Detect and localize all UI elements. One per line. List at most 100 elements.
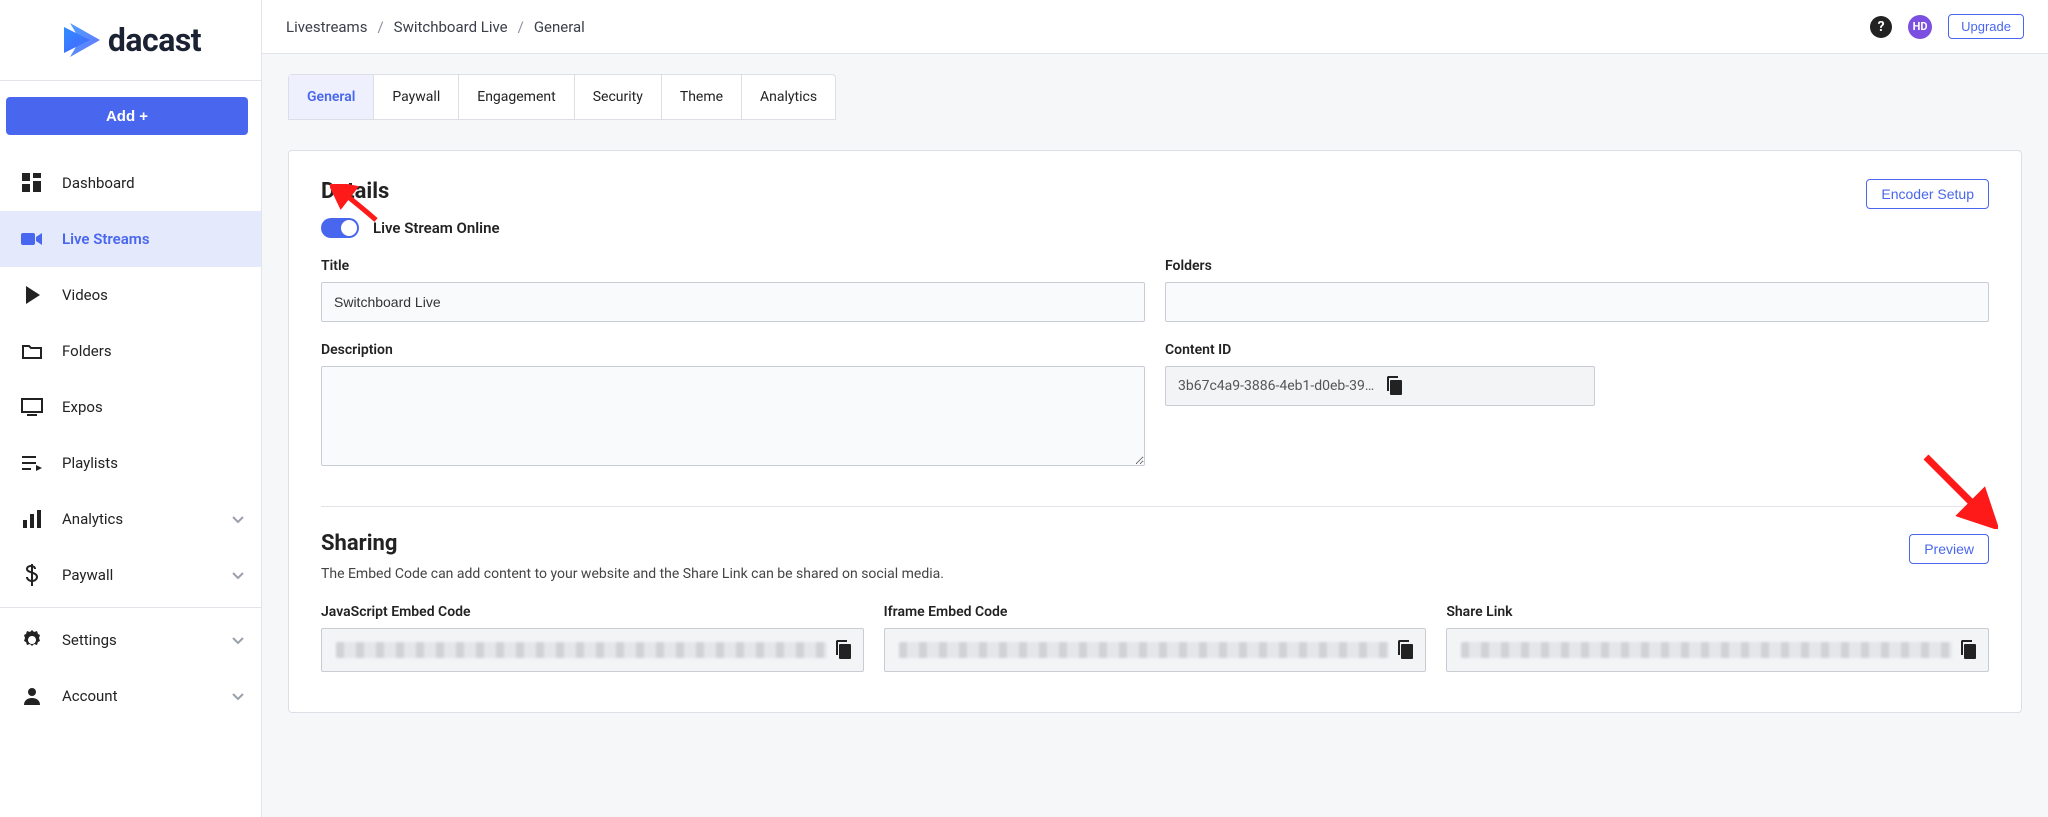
content-id-value: 3b67c4a9-3886-4eb1-d0eb-39b23b14bef3-liv…	[1178, 378, 1378, 394]
sidebar-item-label: Paywall	[62, 566, 113, 584]
sidebar-item-live-streams[interactable]: Live Streams	[0, 211, 261, 267]
preview-button[interactable]: Preview	[1909, 534, 1989, 564]
content-id-box: 3b67c4a9-3886-4eb1-d0eb-39b23b14bef3-liv…	[1165, 366, 1595, 406]
tab-analytics[interactable]: Analytics	[742, 75, 835, 119]
breadcrumb-separator: /	[377, 18, 383, 36]
sidebar-item-label: Settings	[62, 631, 117, 649]
chevron-down-icon	[231, 687, 245, 705]
tab-engagement[interactable]: Engagement	[459, 75, 574, 119]
breadcrumb-item[interactable]: Switchboard Live	[394, 18, 508, 36]
person-icon	[20, 687, 44, 705]
sharing-description: The Embed Code can add content to your w…	[321, 566, 1989, 582]
sidebar-item-label: Expos	[62, 398, 103, 416]
online-toggle-row: Live Stream Online	[321, 218, 500, 238]
dacast-logo-icon	[60, 23, 100, 57]
copy-icon[interactable]	[1960, 640, 1978, 660]
avatar[interactable]: HD	[1908, 15, 1932, 39]
redacted-content	[899, 642, 1390, 658]
sidebar-item-videos[interactable]: Videos	[0, 267, 261, 323]
sidebar-item-label: Account	[62, 687, 118, 705]
add-button[interactable]: Add +	[6, 97, 248, 135]
brand-name: dacast	[108, 21, 201, 59]
sidebar-item-label: Analytics	[62, 510, 123, 528]
help-icon[interactable]: ?	[1870, 16, 1892, 38]
folders-label: Folders	[1165, 258, 1989, 274]
share-link-field: Share Link	[1446, 604, 1989, 672]
title-field: Title	[321, 258, 1145, 322]
details-heading: Details	[321, 179, 500, 204]
sidebar-item-playlists[interactable]: Playlists	[0, 435, 261, 491]
live-online-toggle[interactable]	[321, 218, 359, 238]
iframe-embed-field: Iframe Embed Code	[884, 604, 1427, 672]
upgrade-button[interactable]: Upgrade	[1948, 14, 2024, 39]
divider	[0, 607, 261, 608]
monitor-icon	[20, 398, 44, 416]
copy-icon[interactable]	[1397, 640, 1415, 660]
toggle-label: Live Stream Online	[373, 219, 500, 237]
details-card: Details Live Stream Online Encoder Setup…	[288, 150, 2022, 713]
folder-icon	[20, 343, 44, 359]
iframe-embed-label: Iframe Embed Code	[884, 604, 1427, 620]
sidebar-item-label: Playlists	[62, 454, 118, 472]
iframe-embed-box	[884, 628, 1427, 672]
gear-icon	[20, 630, 44, 650]
sidebar-item-label: Folders	[62, 342, 112, 360]
sidebar-item-analytics[interactable]: Analytics	[0, 491, 261, 547]
divider	[321, 506, 1989, 507]
folders-input[interactable]	[1165, 282, 1989, 322]
sidebar-nav-lower: Settings Account	[0, 612, 261, 724]
sidebar-item-settings[interactable]: Settings	[0, 612, 261, 668]
sidebar: dacast Add + Dashboard Live Streams Vide…	[0, 0, 262, 817]
camera-icon	[20, 231, 44, 247]
tab-security[interactable]: Security	[575, 75, 662, 119]
sidebar-item-account[interactable]: Account	[0, 668, 261, 724]
share-link-box	[1446, 628, 1989, 672]
sidebar-item-label: Videos	[62, 286, 108, 304]
redacted-content	[336, 642, 827, 658]
analytics-icon	[20, 510, 44, 528]
copy-icon[interactable]	[835, 640, 853, 660]
playlist-icon	[20, 455, 44, 471]
description-field: Description	[321, 342, 1145, 470]
description-label: Description	[321, 342, 1145, 358]
tab-paywall[interactable]: Paywall	[374, 75, 459, 119]
tabs: General Paywall Engagement Security Them…	[288, 74, 836, 120]
play-icon	[20, 286, 44, 304]
breadcrumb-separator: /	[518, 18, 524, 36]
chevron-down-icon	[231, 566, 245, 584]
sidebar-nav: Dashboard Live Streams Videos Folders Ex…	[0, 155, 261, 603]
title-input[interactable]	[321, 282, 1145, 322]
js-embed-label: JavaScript Embed Code	[321, 604, 864, 620]
js-embed-box	[321, 628, 864, 672]
content: General Paywall Engagement Security Them…	[262, 54, 2048, 817]
content-id-label: Content ID	[1165, 342, 1989, 358]
sidebar-item-folders[interactable]: Folders	[0, 323, 261, 379]
encoder-setup-button[interactable]: Encoder Setup	[1866, 179, 1989, 209]
dashboard-icon	[20, 173, 44, 193]
folders-field: Folders	[1165, 258, 1989, 322]
redacted-content	[1461, 642, 1952, 658]
breadcrumb-item[interactable]: Livestreams	[286, 18, 367, 36]
logo[interactable]: dacast	[0, 0, 261, 80]
title-label: Title	[321, 258, 1145, 274]
sharing-heading: Sharing	[321, 531, 397, 556]
sidebar-item-dashboard[interactable]: Dashboard	[0, 155, 261, 211]
share-link-label: Share Link	[1446, 604, 1989, 620]
dollar-icon	[20, 564, 44, 586]
sidebar-item-expos[interactable]: Expos	[0, 379, 261, 435]
description-input[interactable]	[321, 366, 1145, 466]
sidebar-item-label: Dashboard	[62, 174, 135, 192]
content-id-field: Content ID 3b67c4a9-3886-4eb1-d0eb-39b23…	[1165, 342, 1989, 470]
copy-icon[interactable]	[1386, 376, 1586, 396]
tab-general[interactable]: General	[289, 75, 374, 119]
chevron-down-icon	[231, 631, 245, 649]
breadcrumb-item[interactable]: General	[534, 18, 585, 36]
topbar: Livestreams / Switchboard Live / General…	[262, 0, 2048, 54]
sidebar-item-label: Live Streams	[62, 230, 150, 248]
sidebar-item-paywall[interactable]: Paywall	[0, 547, 261, 603]
breadcrumb: Livestreams / Switchboard Live / General	[286, 18, 585, 36]
tab-theme[interactable]: Theme	[662, 75, 742, 119]
js-embed-field: JavaScript Embed Code	[321, 604, 864, 672]
main: Livestreams / Switchboard Live / General…	[262, 0, 2048, 817]
chevron-down-icon	[231, 510, 245, 528]
